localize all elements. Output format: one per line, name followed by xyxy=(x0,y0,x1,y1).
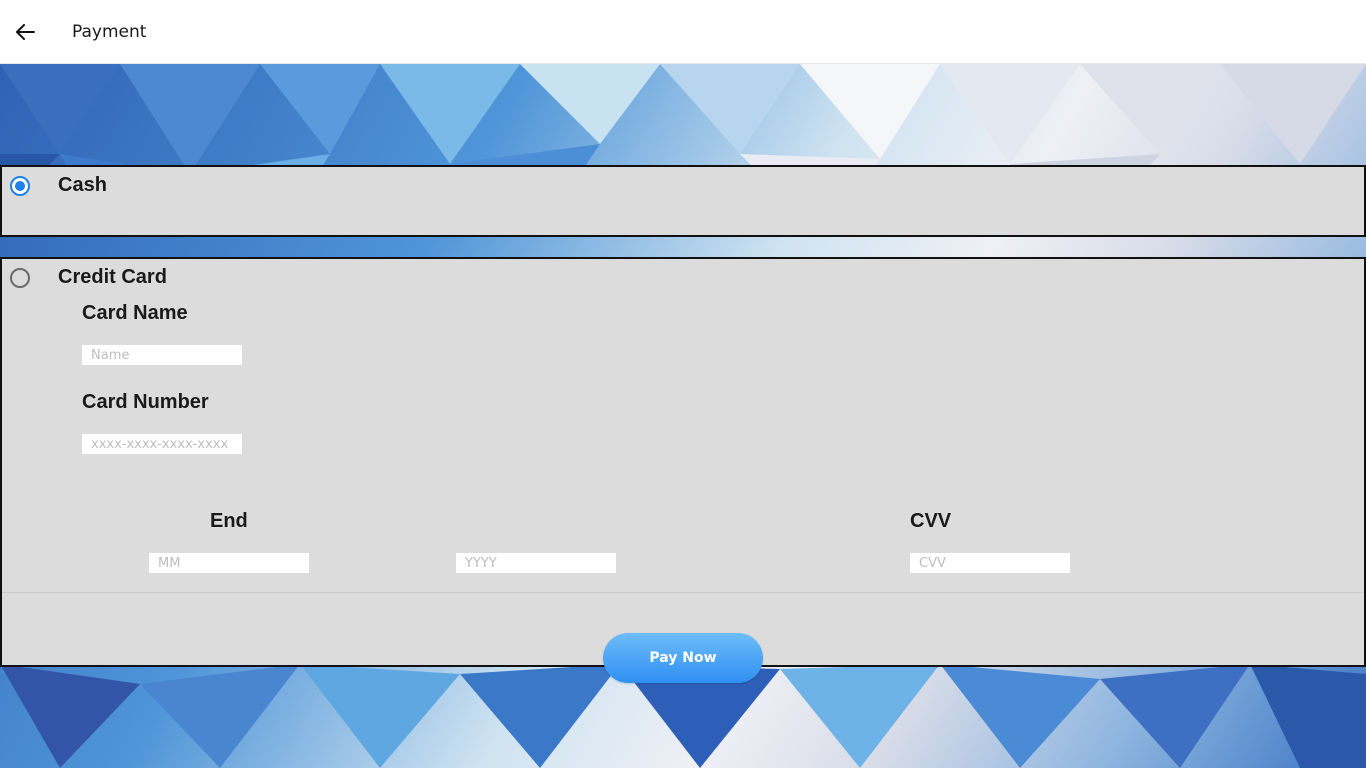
cash-label: Cash xyxy=(58,174,107,196)
back-button[interactable] xyxy=(8,14,44,50)
end-label: End xyxy=(210,510,248,532)
credit-card-radio[interactable] xyxy=(10,268,30,288)
cash-radio[interactable] xyxy=(10,176,30,196)
page-title: Payment xyxy=(72,22,147,42)
title-bar: Payment xyxy=(0,0,1366,64)
arrow-left-icon xyxy=(16,24,35,40)
card-name-input[interactable] xyxy=(82,345,242,365)
expiry-year-input[interactable] xyxy=(456,553,616,573)
credit-card-label: Credit Card xyxy=(58,266,167,288)
credit-card-option-panel[interactable]: Credit Card Card Name Card Number End CV… xyxy=(0,257,1366,667)
divider xyxy=(2,592,1364,593)
expiry-month-input[interactable] xyxy=(149,553,309,573)
card-number-input[interactable] xyxy=(82,434,242,454)
card-number-label: Card Number xyxy=(82,391,209,413)
pay-now-button[interactable]: Pay Now xyxy=(603,633,763,683)
card-name-label: Card Name xyxy=(82,302,188,324)
cvv-input[interactable] xyxy=(910,553,1070,573)
cash-option-panel[interactable]: Cash xyxy=(0,165,1366,237)
cvv-label: CVV xyxy=(910,510,952,532)
